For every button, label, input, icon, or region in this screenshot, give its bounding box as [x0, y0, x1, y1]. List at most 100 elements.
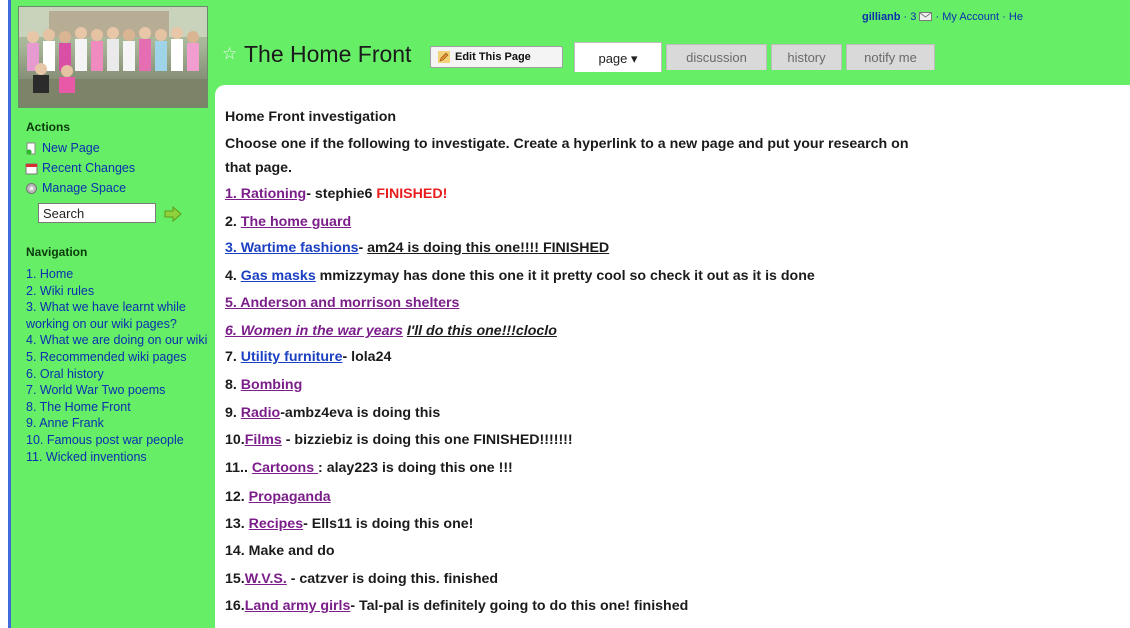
- manage-space-label: Manage Space: [42, 181, 127, 195]
- utility-furniture-link[interactable]: Utility furniture: [241, 349, 343, 365]
- list-item: 13. Recipes- Ells11 is doing this one!: [225, 516, 473, 532]
- item-number: 2.: [225, 214, 241, 230]
- nav-item-wicked-inventions[interactable]: 11. Wicked inventions: [26, 449, 212, 466]
- nav-item-recommended-pages[interactable]: 5. Recommended wiki pages: [26, 349, 212, 366]
- search-go-arrow-icon[interactable]: [164, 206, 182, 222]
- finished-label: FINISHED!: [376, 186, 448, 202]
- list-item: 11.. Cartoons : alay223 is doing this on…: [225, 460, 513, 476]
- land-army-girls-link[interactable]: Land army girls: [245, 598, 351, 614]
- item-number: 13.: [225, 516, 249, 532]
- home-guard-link[interactable]: The home guard: [241, 214, 351, 230]
- gas-masks-link[interactable]: Gas masks: [241, 268, 316, 284]
- tab-history[interactable]: history: [771, 44, 842, 70]
- list-item: 2. The home guard: [225, 214, 351, 230]
- item-note: mmizzymay has done this one it it pretty…: [315, 268, 815, 284]
- recent-changes-label: Recent Changes: [42, 161, 136, 175]
- list-item: 3. Wartime fashions- am24 is doing this …: [225, 240, 609, 256]
- navigation-heading: Navigation: [26, 245, 88, 259]
- films-link[interactable]: Films: [245, 432, 282, 448]
- new-page-link[interactable]: New Page: [26, 141, 100, 155]
- item-note-underlined: am24 is doing this one!!!! FINISHED: [367, 240, 610, 256]
- item-number: 10.: [225, 432, 245, 448]
- propaganda-link[interactable]: Propaganda: [249, 489, 331, 505]
- wartime-fashions-link[interactable]: 3. Wartime fashions: [225, 240, 359, 256]
- nav-item-home[interactable]: 1. Home: [26, 266, 212, 283]
- new-page-label: New Page: [42, 141, 100, 155]
- help-link[interactable]: He: [1009, 11, 1023, 23]
- item-note: - lola24: [342, 349, 392, 365]
- intro-line-2: that page.: [225, 160, 293, 176]
- list-item: 6. Women in the war years I'll do this o…: [225, 323, 557, 339]
- list-item: 1. Rationing- stephie6 FINISHED!: [225, 186, 447, 202]
- women-in-war-link[interactable]: 6. Women in the war years: [225, 323, 403, 339]
- content-heading: Home Front investigation: [225, 109, 397, 125]
- username-link[interactable]: gillianb: [862, 11, 901, 23]
- anderson-shelters-link[interactable]: 5. Anderson and morrison shelters: [225, 295, 459, 311]
- radio-link[interactable]: Radio: [241, 405, 280, 421]
- user-bar: gillianb · 3 · My Account · He: [862, 11, 1023, 23]
- space-logo-photo[interactable]: [18, 6, 208, 108]
- nav-item-what-we-have-learnt[interactable]: 3. What we have learnt while working on …: [26, 299, 212, 332]
- item-note: -: [358, 240, 368, 256]
- nav-item-home-front[interactable]: 8. The Home Front: [26, 399, 212, 416]
- recent-changes-link[interactable]: Recent Changes: [25, 161, 136, 175]
- item-number: 16.: [225, 598, 245, 614]
- rationing-link[interactable]: 1. Rationing: [225, 186, 306, 202]
- user-bar-sep: ·: [999, 11, 1009, 23]
- item-note: - stephie6: [306, 186, 377, 202]
- list-item: 12. Propaganda: [225, 489, 331, 505]
- item-number: 11..: [225, 460, 252, 476]
- star-icon[interactable]: ☆: [222, 44, 237, 64]
- calendar-icon: [25, 163, 38, 175]
- pencil-icon: [438, 51, 450, 63]
- list-item: 5. Anderson and morrison shelters: [225, 295, 459, 311]
- item-note: - bizziebiz is doing this one FINISHED!!…: [281, 432, 573, 448]
- item-number: 7.: [225, 349, 241, 365]
- item-note-underlined: I'll do this one!!!cloclo: [406, 323, 557, 339]
- nav-item-what-we-are-doing[interactable]: 4. What we are doing on our wiki: [26, 332, 212, 349]
- nav-item-famous-people[interactable]: 10. Famous post war people: [26, 432, 212, 449]
- edit-this-page-label: Edit This Page: [455, 51, 531, 63]
- gear-icon: [26, 183, 37, 194]
- tab-notify-me[interactable]: notify me: [846, 44, 935, 70]
- new-page-icon: [26, 142, 36, 155]
- tab-page[interactable]: page ▾: [574, 42, 662, 72]
- item-note: -ambz4eva is doing this: [280, 405, 441, 421]
- sidebar: Actions New Page Recent Changes Manage S…: [14, 0, 208, 628]
- list-item: 14. Make and do: [225, 543, 335, 559]
- search-input[interactable]: [38, 203, 156, 223]
- item-number: 12.: [225, 489, 249, 505]
- nav-item-ww2-poems[interactable]: 7. World War Two poems: [26, 382, 212, 399]
- cartoons-link[interactable]: Cartoons: [252, 460, 318, 476]
- list-item: 10.Films - bizziebiz is doing this one F…: [225, 432, 573, 448]
- item-number: 8.: [225, 377, 241, 393]
- edit-this-page-button[interactable]: Edit This Page: [430, 46, 563, 68]
- list-item: 15.W.V.S. - catzver is doing this. finis…: [225, 571, 498, 587]
- bombing-link[interactable]: Bombing: [241, 377, 302, 393]
- item-text: 14. Make and do: [225, 543, 335, 559]
- tab-discussion[interactable]: discussion: [666, 44, 767, 70]
- item-number: 15.: [225, 571, 245, 587]
- left-border: [0, 0, 11, 628]
- list-item: 16.Land army girls- Tal-pal is definitel…: [225, 598, 688, 614]
- user-bar-sep: ·: [932, 11, 943, 23]
- page-content: Home Front investigation Choose one if t…: [215, 85, 1130, 628]
- manage-space-link[interactable]: Manage Space: [26, 181, 127, 195]
- nav-item-anne-frank[interactable]: 9. Anne Frank: [26, 415, 212, 432]
- mail-icon[interactable]: [919, 12, 933, 21]
- list-item: 4. Gas masks mmizzymay has done this one…: [225, 268, 815, 284]
- item-number: 4.: [225, 268, 241, 284]
- nav-item-oral-history[interactable]: 6. Oral history: [26, 366, 212, 383]
- left-border-line: [8, 0, 11, 628]
- item-note: : alay223 is doing this one !!!: [318, 460, 513, 476]
- my-account-link[interactable]: My Account: [942, 11, 999, 23]
- nav-item-wiki-rules[interactable]: 2. Wiki rules: [26, 283, 212, 300]
- item-number: 9.: [225, 405, 241, 421]
- recipes-link[interactable]: Recipes: [249, 516, 303, 532]
- actions-heading: Actions: [26, 120, 71, 134]
- item-note: - Ells11 is doing this one!: [303, 516, 474, 532]
- item-note: - Tal-pal is definitely going to do this…: [350, 598, 689, 614]
- list-item: 8. Bombing: [225, 377, 302, 393]
- wvs-link[interactable]: W.V.S.: [245, 571, 287, 587]
- page-title: The Home Front: [244, 41, 412, 67]
